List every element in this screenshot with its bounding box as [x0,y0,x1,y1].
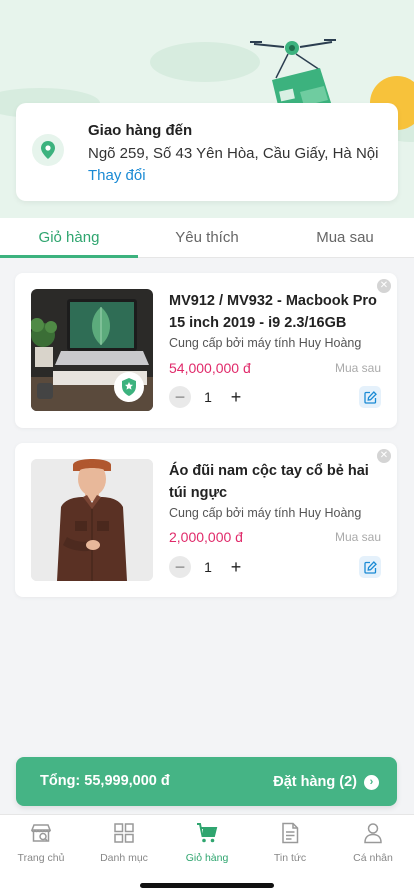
edit-icon[interactable] [359,386,381,408]
nav-label: Danh mục [100,852,148,864]
cart-item: ✕ Áo đũi nam cộc tay cổ bẻ hai túi ngực … [15,443,397,597]
product-name[interactable]: Áo đũi nam cộc tay cổ bẻ hai túi ngực [169,460,381,504]
tab-favorites[interactable]: Yêu thích [138,229,276,246]
delivery-address: Ngõ 259, Số 43 Yên Hòa, Cầu Giấy, Hà Nội [88,145,379,162]
cart-item: ✕ MV912 / MV932 - Macbook Pro 15 inch 20… [15,273,397,428]
nav-item-categories[interactable]: Danh mục [83,821,165,864]
order-summary-bar: Tổng: 55,999,000 đ Đặt hàng (2) › [16,757,397,806]
cloud-shape [150,42,260,82]
product-name[interactable]: MV912 / MV932 - Macbook Pro 15 inch 2019… [169,290,381,334]
save-for-later-button[interactable]: Mua sau [335,361,381,375]
chevron-right-icon: › [364,774,379,790]
nav-label: Tin tức [273,852,307,864]
change-address-link[interactable]: Thay đổi [88,167,146,184]
product-image-macbook[interactable] [31,289,153,411]
tab-cart[interactable]: Giỏ hàng [0,229,138,246]
edit-icon[interactable] [359,556,381,578]
store-icon [0,821,82,845]
tab-buy-later[interactable]: Mua sau [276,229,414,246]
decrease-quantity-button[interactable]: − [169,556,191,578]
order-total: Tổng: 55,999,000 đ [40,773,170,789]
quantity-value: 1 [204,559,212,575]
active-tab-indicator [0,255,138,258]
product-price: 54,000,000 đ [169,360,251,376]
person-icon [332,821,414,845]
location-pin-icon [32,134,64,166]
product-seller: Cung cấp bởi máy tính Huy Hoàng [169,506,362,520]
quantity-stepper: − 1 + [169,556,247,578]
cart-icon [166,821,248,845]
cart-tabs: Giỏ hàng Yêu thích Mua sau [0,218,414,258]
quantity-value: 1 [204,389,212,405]
quantity-stepper: − 1 + [169,386,247,408]
nav-label: Trang chủ [17,852,65,864]
home-indicator [140,883,274,888]
product-price: 2,000,000 đ [169,529,243,545]
delivery-address-card: Giao hàng đến Ngõ 259, Số 43 Yên Hòa, Cầ… [16,103,398,201]
nav-item-cart[interactable]: Giỏ hàng [166,821,248,864]
increase-quantity-button[interactable]: + [225,386,247,408]
decrease-quantity-button[interactable]: − [169,386,191,408]
grid-icon [83,821,165,845]
increase-quantity-button[interactable]: + [225,556,247,578]
checkout-label: Đặt hàng (2) [273,774,357,790]
product-seller: Cung cấp bởi máy tính Huy Hoàng [169,336,362,350]
nav-item-news[interactable]: Tin tức [249,821,331,864]
nav-item-profile[interactable]: Cá nhân [332,821,414,864]
delivery-title: Giao hàng đến [88,122,193,139]
nav-label: Giỏ hàng [185,852,229,864]
nav-label: Cá nhân [353,852,393,864]
news-icon [249,821,331,845]
nav-item-home[interactable]: Trang chủ [0,821,82,864]
checkout-button[interactable]: Đặt hàng (2) › [273,771,379,793]
save-for-later-button[interactable]: Mua sau [335,530,381,544]
product-image-shirt[interactable] [31,459,153,581]
